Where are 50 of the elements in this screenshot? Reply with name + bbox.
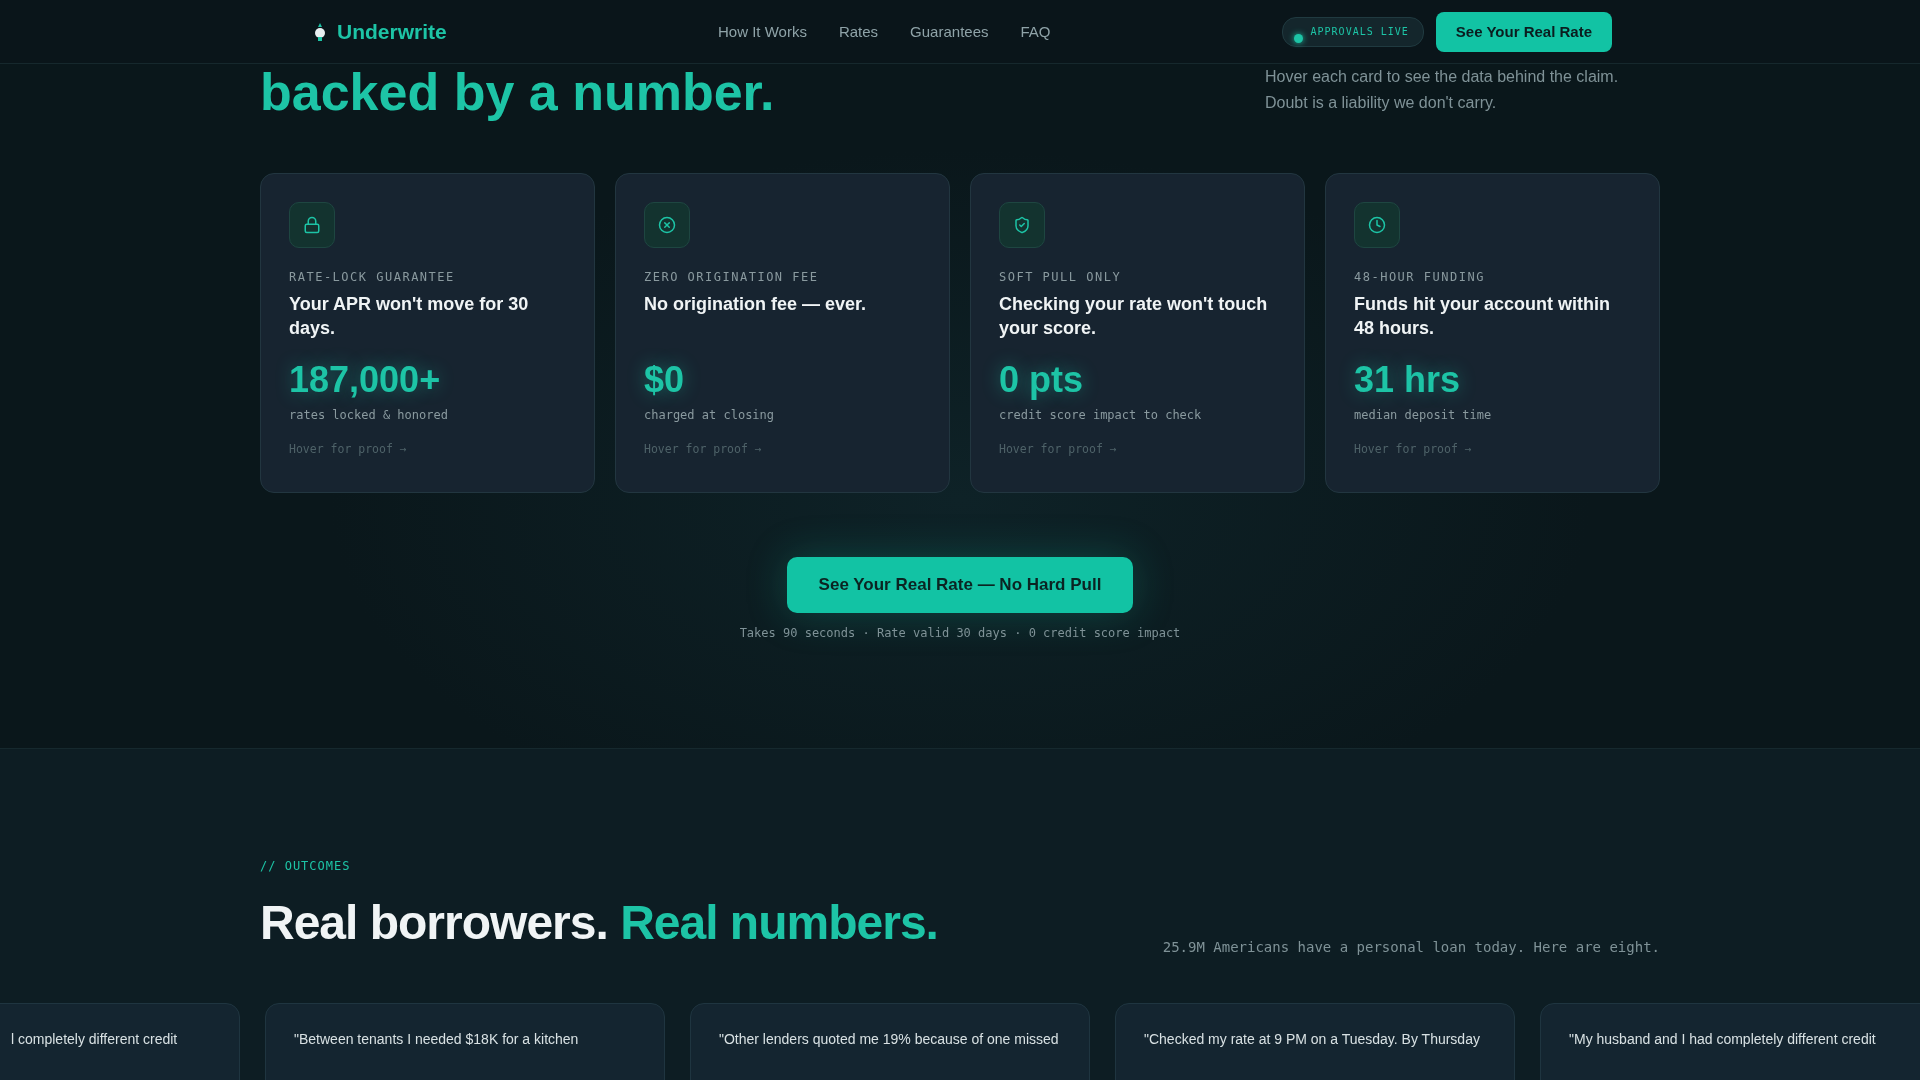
stat-label: median deposit time xyxy=(1354,408,1493,422)
guarantee-card[interactable]: SOFT PULL ONLY Checking your rate won't touch your score. 0 pts credit score impact to check Hover for proof → xyxy=(970,173,1305,493)
status-badge: APPROVALS LIVE xyxy=(1281,16,1424,47)
nav-link[interactable]: Rates xyxy=(838,23,879,40)
card-eyebrow: ZERO ORIGINATION FEE xyxy=(644,270,820,284)
stat-label: credit score impact to check xyxy=(999,408,1203,422)
card-claim: Your APR won't move for 30 days. xyxy=(289,293,530,340)
card-stat: 31 hrs xyxy=(1354,358,1462,402)
guarantee-card[interactable]: ZERO ORIGINATION FEE No origination fee — ever. $0 charged at closing Hover for proof → xyxy=(615,173,950,493)
proof-hint: Hover for proof → xyxy=(999,442,1118,456)
shield-check-icon xyxy=(1013,216,1031,234)
intro-text: Hover each card to see the data behind the claim. xyxy=(1265,67,1620,87)
nav-link[interactable]: FAQ xyxy=(1020,23,1051,40)
intro-text: Doubt is a liability we don't carry. xyxy=(1265,93,1498,113)
guarantee-card[interactable]: 48-HOUR FUNDING Funds hit your account within 48 hours. 31 hrs median deposit time Hover for proof → xyxy=(1325,173,1660,493)
card-stat: 0 pts xyxy=(999,358,1085,402)
section-note: 25.9M Americans have a personal loan today. Here are eight. xyxy=(1162,939,1660,955)
stat-label: rates locked & honored xyxy=(289,408,449,422)
nav-link[interactable]: Guarantees xyxy=(910,23,989,40)
hero-headline: backed by a number. xyxy=(260,64,775,120)
card-eyebrow: 48-HOUR FUNDING xyxy=(1354,270,1486,284)
card-eyebrow: SOFT PULL ONLY xyxy=(999,270,1123,284)
logo-icon xyxy=(313,21,327,42)
testimonial-text: "Checked my rate at 9 PM on a Tuesday. By Thursday xyxy=(1144,1030,1481,1048)
rate-button[interactable]: See Your Real Rate xyxy=(1435,11,1612,52)
card-stat: $0 xyxy=(644,358,686,402)
lock-icon xyxy=(303,216,321,234)
guarantee-card[interactable]: RATE-LOCK GUARANTEE Your APR won't move for 30 days. 187,000+ rates locked & honored Hover for proof → xyxy=(260,173,595,493)
section-eyebrow: // OUTCOMES xyxy=(260,859,352,873)
testimonial-text: l completely different credit xyxy=(11,1030,179,1048)
card-stat: 187,000+ xyxy=(289,358,442,402)
live-dot-icon xyxy=(1293,33,1303,43)
cta-caption: Takes 90 seconds · Rate valid 30 days · 0 credit score impact xyxy=(739,626,1181,640)
brand-name[interactable]: Underwrite xyxy=(337,19,447,44)
testimonial-text: "Other lenders quoted me 19% because of one missed xyxy=(719,1030,1060,1048)
stat-label: charged at closing xyxy=(644,408,776,422)
card-claim: No origination fee — ever. xyxy=(644,293,868,316)
card-eyebrow: RATE-LOCK GUARANTEE xyxy=(289,270,456,284)
card-claim: Funds hit your account within 48 hours. xyxy=(1354,293,1611,340)
proof-hint: Hover for proof → xyxy=(289,442,408,456)
cta-button[interactable]: See Your Real Rate — No Hard Pull xyxy=(787,557,1133,613)
nav-link[interactable]: How It Works xyxy=(718,23,807,40)
testimonial-text: "My husband and I had completely different credit xyxy=(1569,1030,1877,1048)
testimonial-text: "Between tenants I needed $18K for a kitchen xyxy=(294,1030,580,1048)
proof-hint: Hover for proof → xyxy=(1354,442,1473,456)
clock-icon xyxy=(1368,216,1386,234)
section-title: Real borrowers. Real numbers. xyxy=(260,895,938,951)
card-claim: Checking your rate won't touch your score. xyxy=(999,293,1269,340)
circle-x-icon xyxy=(658,216,676,234)
proof-hint: Hover for proof → xyxy=(644,442,763,456)
